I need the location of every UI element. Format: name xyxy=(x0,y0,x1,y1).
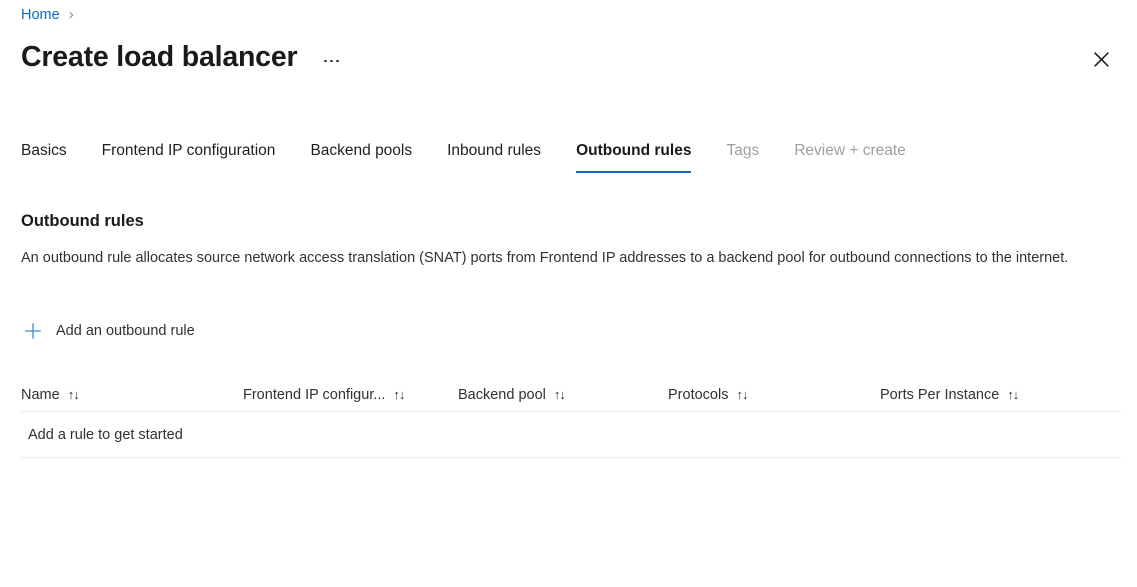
column-header-protocols-label: Protocols xyxy=(668,385,728,405)
sort-icon: ↑↓ xyxy=(736,385,747,405)
column-header-frontend-ip-configuration-label: Frontend IP configur... xyxy=(243,385,385,405)
column-header-backend-pool-label: Backend pool xyxy=(458,385,546,405)
column-header-name-label: Name xyxy=(21,385,60,405)
column-header-frontend-ip-configuration[interactable]: Frontend IP configur... ↑↓ xyxy=(243,385,458,405)
close-button[interactable] xyxy=(1085,43,1117,75)
column-header-ports-per-instance[interactable]: Ports Per Instance ↑↓ xyxy=(880,385,1080,405)
tab-outbound-rules[interactable]: Outbound rules xyxy=(576,140,691,173)
page-title: Create load balancer xyxy=(21,37,297,77)
tab-frontend-ip-configuration[interactable]: Frontend IP configuration xyxy=(102,140,276,173)
add-outbound-rule-label: Add an outbound rule xyxy=(56,321,195,341)
ellipsis-icon xyxy=(324,60,339,63)
column-header-protocols[interactable]: Protocols ↑↓ xyxy=(668,385,880,405)
tab-basics[interactable]: Basics xyxy=(21,140,67,173)
tab-tags: Tags xyxy=(726,140,759,173)
breadcrumb-item-home[interactable]: Home xyxy=(21,5,60,25)
tab-backend-pools[interactable]: Backend pools xyxy=(310,140,412,173)
plus-icon xyxy=(21,319,45,343)
tab-inbound-rules[interactable]: Inbound rules xyxy=(447,140,541,173)
breadcrumb-chevron-icon: › xyxy=(69,5,74,25)
sort-icon: ↑↓ xyxy=(1007,385,1018,405)
more-options-button[interactable] xyxy=(318,51,344,71)
table-empty-message: Add a rule to get started xyxy=(21,425,183,445)
add-outbound-rule-button[interactable]: Add an outbound rule xyxy=(21,318,195,344)
create-load-balancer-blade: Home › Create load balancer Basics Front… xyxy=(0,0,1137,587)
sort-icon: ↑↓ xyxy=(554,385,565,405)
column-header-backend-pool[interactable]: Backend pool ↑↓ xyxy=(458,385,668,405)
wizard-tabs: Basics Frontend IP configuration Backend… xyxy=(21,140,1137,176)
tab-review-create: Review + create xyxy=(794,140,906,173)
section-description: An outbound rule allocates source networ… xyxy=(21,247,1106,269)
table-header-row: Name ↑↓ Frontend IP configur... ↑↓ Backe… xyxy=(21,378,1121,412)
column-header-ports-per-instance-label: Ports Per Instance xyxy=(880,385,999,405)
outbound-rules-table: Name ↑↓ Frontend IP configur... ↑↓ Backe… xyxy=(21,378,1121,458)
section-heading: Outbound rules xyxy=(21,210,144,232)
title-row: Create load balancer xyxy=(21,36,1117,78)
breadcrumb: Home › xyxy=(21,5,74,25)
table-empty-row: Add a rule to get started xyxy=(21,412,1121,458)
close-icon xyxy=(1094,52,1109,67)
sort-icon: ↑↓ xyxy=(393,385,404,405)
column-header-name[interactable]: Name ↑↓ xyxy=(21,385,243,405)
sort-icon: ↑↓ xyxy=(68,385,79,405)
